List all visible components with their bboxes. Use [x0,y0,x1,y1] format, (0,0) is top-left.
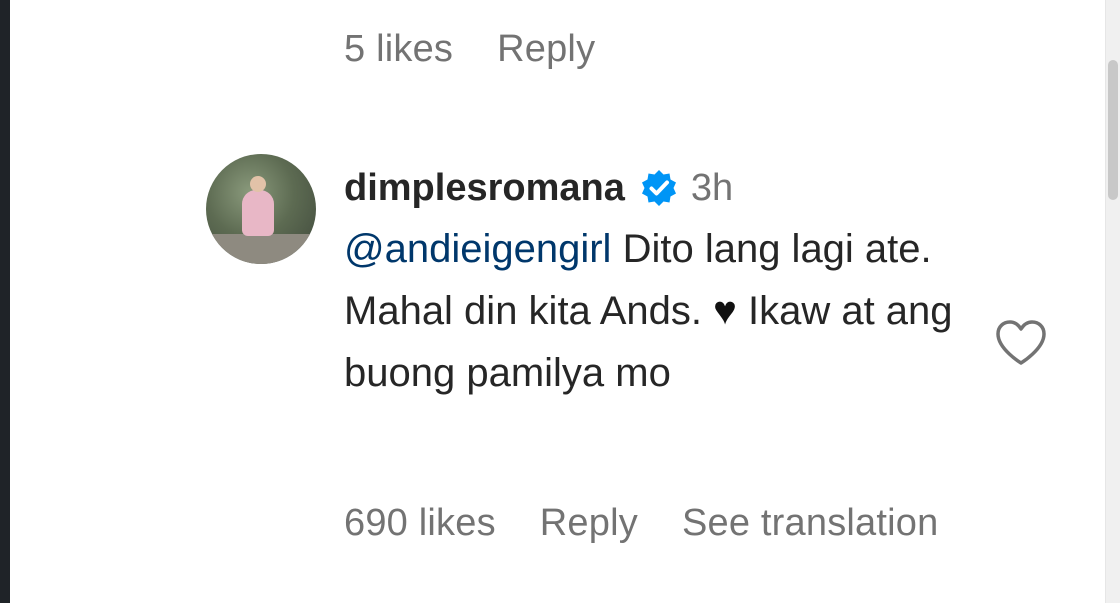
comment-mention-link[interactable]: @andieigengirl [344,227,611,271]
left-window-edge [0,0,10,603]
scrollbar-thumb[interactable] [1108,60,1118,200]
comment-header: dimplesromana 3h [344,160,984,216]
heart-outline-icon[interactable] [994,318,1048,368]
comment-thread: 5 likes Reply dimplesromana 3h @andieige… [0,0,1120,603]
comment-reply-button[interactable]: Reply [540,502,638,545]
comment-text: @andieigengirl Dito lang lagi ate. Mahal… [344,218,984,404]
avatar[interactable] [206,154,316,264]
black-heart-emoji: ♥ [713,289,737,333]
previous-comment-reply-button[interactable]: Reply [497,28,595,71]
comment-likes[interactable]: 690 likes [344,502,496,545]
scrollbar[interactable] [1105,0,1120,603]
see-translation-button[interactable]: See translation [682,502,939,545]
comment-meta: 690 likes Reply See translation [344,502,982,545]
avatar-photo-head [250,176,266,192]
comment-timestamp[interactable]: 3h [691,167,733,210]
comment: dimplesromana 3h @andieigengirl Dito lan… [344,160,984,404]
verified-badge-icon [641,170,676,206]
avatar-photo-figure [242,190,274,236]
comment-username[interactable]: dimplesromana [344,167,625,210]
avatar-photo-ground [206,234,316,264]
previous-comment-meta: 5 likes Reply [344,28,639,71]
previous-comment-likes[interactable]: 5 likes [344,28,453,71]
